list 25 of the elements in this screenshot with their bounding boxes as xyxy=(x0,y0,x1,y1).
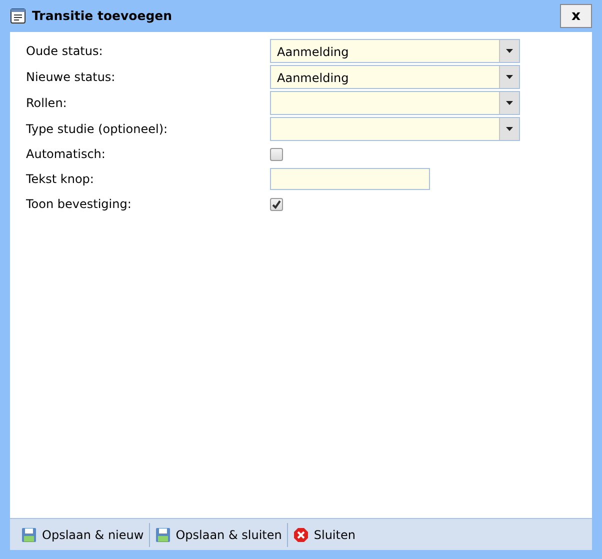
field-label: Type studie (optioneel): xyxy=(26,121,169,138)
caret-icon xyxy=(506,101,513,105)
field-label: Tekst knop: xyxy=(26,171,95,188)
close-button[interactable]: x xyxy=(560,4,592,28)
toolbar-button[interactable]: Sluiten xyxy=(288,524,360,546)
text-field[interactable] xyxy=(270,168,430,190)
window-icon xyxy=(10,8,26,24)
toolbar-button[interactable]: Opslaan & nieuw xyxy=(16,524,149,546)
dropdown[interactable] xyxy=(270,117,520,141)
window-title: Transitie toevoegen xyxy=(32,6,172,25)
toolbar-button[interactable]: Opslaan & sluiten xyxy=(150,524,287,546)
field-label: Automatisch: xyxy=(26,146,106,163)
dropdown[interactable]: Aanmelding xyxy=(270,39,520,63)
close-icon xyxy=(292,526,309,542)
field-label: Oude status: xyxy=(26,43,104,60)
dropdown[interactable]: Aanmelding xyxy=(270,65,520,89)
field-label: Nieuwe status: xyxy=(26,69,116,86)
checkbox[interactable] xyxy=(270,148,283,160)
field-label: Toon bevestiging: xyxy=(26,196,132,213)
field-label: Rollen: xyxy=(26,95,68,112)
checkbox[interactable] xyxy=(270,198,283,210)
caret-icon xyxy=(506,75,513,79)
caret-icon xyxy=(506,127,513,131)
caret-icon xyxy=(506,49,513,53)
dropdown[interactable] xyxy=(270,91,520,115)
